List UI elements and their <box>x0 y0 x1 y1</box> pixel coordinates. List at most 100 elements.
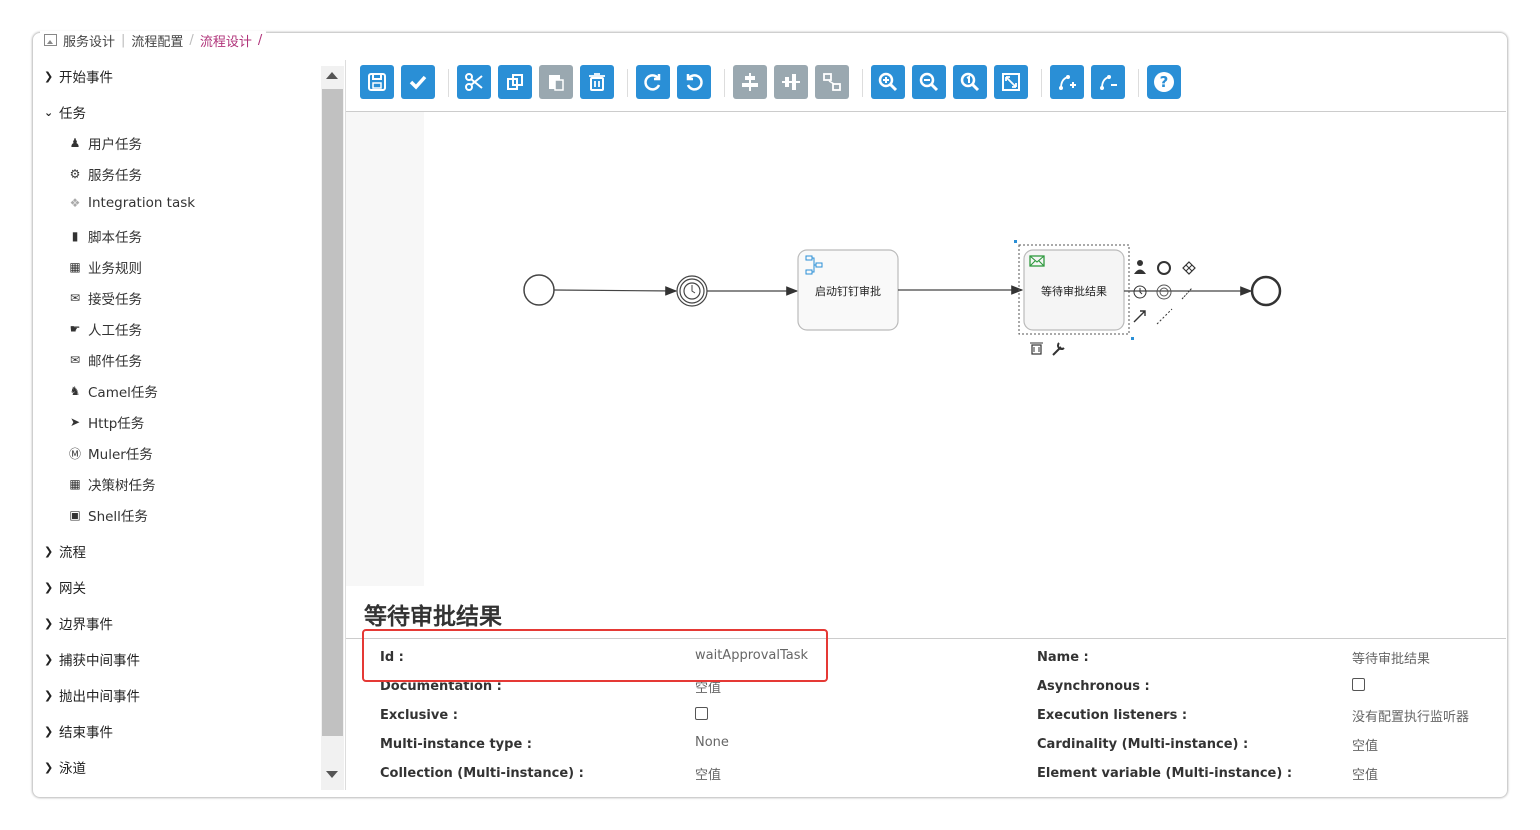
prop-value-element-variable[interactable]: 空值 <box>1352 764 1378 783</box>
palette-item-mule-task[interactable]: Ⓜ Muler任务 <box>68 443 153 464</box>
prop-value-cardinality[interactable]: 空值 <box>1352 735 1378 754</box>
user-icon: ♟ <box>69 136 81 150</box>
cut-button[interactable] <box>457 65 491 99</box>
add-timer-event-icon[interactable] <box>1133 285 1147 299</box>
validate-button[interactable] <box>401 65 435 99</box>
hand-icon: ☛ <box>69 322 81 336</box>
asynchronous-checkbox[interactable] <box>1352 678 1365 691</box>
chevron-right-icon: ❯ <box>44 580 54 594</box>
scroll-down-icon[interactable] <box>326 771 338 778</box>
save-button[interactable] <box>360 65 394 99</box>
palette-item-manual-task[interactable]: ☛ 人工任务 <box>68 319 142 339</box>
breadcrumb-separator: | <box>121 32 126 48</box>
palette-item-decision-task[interactable]: ▦ 决策树任务 <box>68 474 155 494</box>
same-size-button[interactable] <box>815 65 849 99</box>
start-event[interactable] <box>523 274 555 306</box>
palette-group-gateways[interactable]: ❯ 网关 <box>44 577 86 598</box>
palette-item-shell-task[interactable]: ▣ Shell任务 <box>68 505 148 525</box>
palette-group-end-events[interactable]: ❯ 结束事件 <box>44 721 113 742</box>
id-highlight-box <box>362 629 828 682</box>
palette-group-process[interactable]: ❯ 流程 <box>44 541 86 562</box>
palette-item-receive-task[interactable]: ✉ 接受任务 <box>68 288 142 308</box>
prop-value-execution-listeners[interactable]: 没有配置执行监听器 <box>1352 706 1469 725</box>
align-horizontal-button[interactable] <box>774 65 808 99</box>
palette-item-integration-task[interactable]: ❖ Integration task <box>68 195 196 211</box>
toolbar-separator <box>448 69 449 97</box>
zoom-out-icon <box>919 72 939 92</box>
sequence-flow[interactable] <box>553 286 678 296</box>
terminal-icon: ▣ <box>69 508 81 522</box>
prop-value-multi-instance-type[interactable]: None <box>695 735 729 750</box>
add-user-task-icon[interactable] <box>1134 260 1146 274</box>
add-bendpoint-button[interactable] <box>1050 65 1084 99</box>
chevron-right-icon: ❯ <box>44 544 54 558</box>
connect-sequence-flow-icon[interactable] <box>1133 310 1146 323</box>
redo-button[interactable] <box>636 65 670 99</box>
scroll-up-icon[interactable] <box>326 72 338 79</box>
paste-button[interactable] <box>539 65 573 99</box>
palette-item-label: 接受任务 <box>88 292 142 308</box>
palette-item-label: Camel任务 <box>88 385 158 401</box>
envelope-icon: ✉ <box>69 291 81 305</box>
add-intermediate-event-icon[interactable] <box>1156 284 1172 300</box>
prop-value-name[interactable]: 等待审批结果 <box>1352 648 1430 667</box>
breadcrumb: 服务设计 | 流程配置 / 流程设计 / <box>40 31 267 50</box>
bpmn-diagram[interactable]: 启动钉钉审批 等待审批结果 <box>346 112 1506 586</box>
palette-group-catch-events[interactable]: ❯ 捕获中间事件 <box>44 649 140 670</box>
end-event[interactable] <box>1250 275 1282 307</box>
integration-icon: ❖ <box>69 196 81 210</box>
selection-handle[interactable] <box>1131 337 1134 340</box>
breadcrumb-item-process-config[interactable]: 流程配置 <box>131 31 183 50</box>
zoom-in-icon <box>878 72 898 92</box>
breadcrumb-item-service-design[interactable]: 服务设计 <box>63 31 115 50</box>
palette-item-label: Shell任务 <box>88 509 148 525</box>
remove-bendpoint-button[interactable] <box>1091 65 1125 99</box>
palette-scrollbar-thumb[interactable] <box>322 89 343 736</box>
connect-association-icon[interactable] <box>1156 308 1173 325</box>
breadcrumb-trailing-separator: / <box>257 32 263 48</box>
undo-button[interactable] <box>677 65 711 99</box>
prop-value-collection[interactable]: 空值 <box>695 764 721 783</box>
palette-item-mail-task[interactable]: ✉ 邮件任务 <box>68 350 142 370</box>
palette-group-swimlanes[interactable]: ❯ 泳道 <box>44 757 86 778</box>
palette-group-start-events[interactable]: ❯ 开始事件 <box>44 66 113 87</box>
delete-button[interactable] <box>580 65 614 99</box>
copy-button[interactable] <box>498 65 532 99</box>
palette-item-http-task[interactable]: ➤ Http任务 <box>68 412 144 432</box>
palette-group-boundary-events[interactable]: ❯ 边界事件 <box>44 613 113 634</box>
process-canvas[interactable]: 启动钉钉审批 等待审批结果 <box>346 112 1506 586</box>
palette-item-user-task[interactable]: ♟ 用户任务 <box>68 133 142 153</box>
rocket-icon: ➤ <box>69 415 81 429</box>
align-vertical-button[interactable] <box>733 65 767 99</box>
palette-item-camel-task[interactable]: ♞ Camel任务 <box>68 381 158 401</box>
task-wait-approval-result[interactable]: 等待审批结果 <box>1023 249 1125 331</box>
connect-flow-icon[interactable] <box>1181 287 1193 300</box>
palette-group-throw-events[interactable]: ❯ 抛出中间事件 <box>44 685 140 706</box>
selection-handle[interactable] <box>1014 240 1017 243</box>
properties-title: 等待审批结果 <box>364 604 502 630</box>
palette-item-label: 邮件任务 <box>88 354 142 370</box>
task-start-dingtalk-approval[interactable]: 启动钉钉审批 <box>797 249 899 331</box>
palette-item-service-task[interactable]: ⚙ 服务任务 <box>68 164 142 184</box>
palette-item-script-task[interactable]: ▮ 脚本任务 <box>68 226 142 246</box>
palette-group-label: 任务 <box>59 106 86 122</box>
add-gateway-icon[interactable] <box>1182 261 1196 275</box>
gear-icon: ⚙ <box>69 167 81 181</box>
timer-intermediate-event[interactable] <box>676 275 708 307</box>
zoom-in-button[interactable] <box>871 65 905 99</box>
exclusive-checkbox[interactable] <box>695 707 708 720</box>
delete-element-icon[interactable] <box>1030 342 1043 355</box>
add-end-event-icon[interactable] <box>1157 261 1171 275</box>
zoom-fit-button[interactable] <box>994 65 1028 99</box>
zoom-actual-button[interactable] <box>953 65 987 99</box>
zoom-out-button[interactable] <box>912 65 946 99</box>
wrench-icon[interactable] <box>1052 342 1065 356</box>
help-button[interactable]: ? <box>1147 65 1181 99</box>
palette-item-business-rule[interactable]: ▦ 业务规则 <box>68 257 142 277</box>
breadcrumb-item-process-design[interactable]: 流程设计 <box>200 31 252 50</box>
paste-icon <box>549 75 564 91</box>
palette-group-label: 泳道 <box>59 761 86 777</box>
palette-group-tasks[interactable]: ⌄ 任务 <box>44 102 86 123</box>
prop-label-element-variable: Element variable (Multi-instance) : <box>1037 766 1293 781</box>
palette-item-label: 人工任务 <box>88 323 142 339</box>
